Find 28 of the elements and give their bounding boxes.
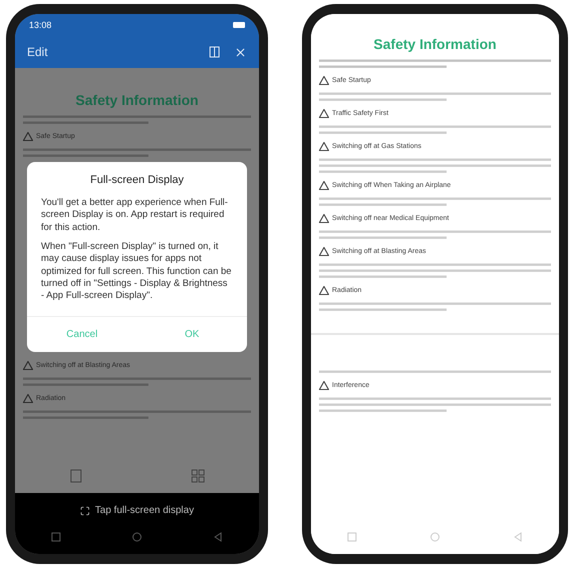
book-icon[interactable] (209, 46, 220, 58)
document-tab-icon[interactable] (70, 469, 82, 483)
home-nav-icon[interactable] (132, 532, 142, 542)
fullscreen-icon (80, 506, 90, 516)
edit-title[interactable]: Edit (27, 45, 48, 59)
grid-tab-icon[interactable] (190, 469, 204, 483)
warning-icon (319, 286, 329, 295)
page-title: Safety Information (372, 36, 498, 52)
close-icon[interactable] (234, 46, 247, 58)
warning-icon (23, 132, 33, 141)
dialog-title: Full-screen Display (89, 174, 185, 186)
warning-icon (319, 247, 329, 256)
square-nav-icon[interactable] (50, 532, 61, 542)
warning-icon (23, 394, 33, 403)
status-time: 13:08 (29, 20, 52, 30)
fullscreen-hint[interactable]: Tap full-screen display (15, 493, 259, 520)
warning-icon (319, 214, 329, 223)
warning-icon (319, 181, 329, 190)
back-nav-icon[interactable] (213, 532, 224, 542)
warning-icon (23, 361, 33, 370)
battery-icon (233, 22, 245, 28)
warning-icon (319, 76, 329, 85)
warning-icon (319, 109, 329, 118)
warning-icon (319, 381, 329, 390)
page-title: Safety Information (74, 92, 200, 108)
warning-icon (319, 142, 329, 151)
dialog-text: You'll get a better app experience when Full-screen Display is on. App restart is required for this action. (41, 197, 229, 234)
dialog-text: When "Full-screen Display" is turned on, it may cause display issues for apps not optimized for full screen. This function can be turned off in "Settings - Display & Brightness - App Full-screen Display". (41, 241, 232, 303)
